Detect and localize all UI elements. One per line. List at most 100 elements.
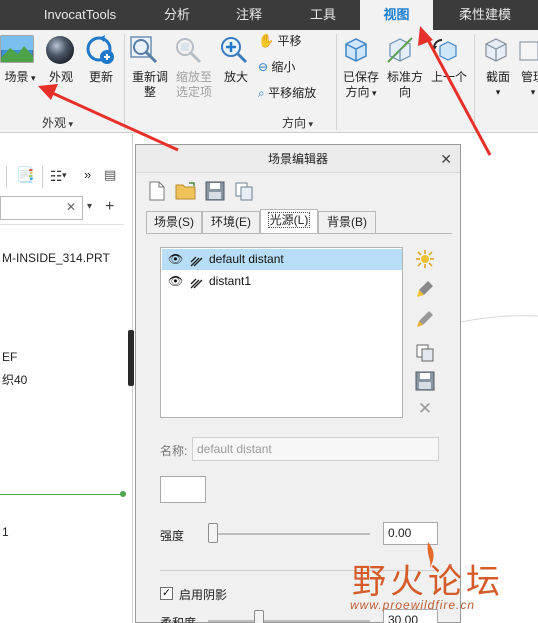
reorient-magnifier-icon <box>128 34 172 66</box>
tree-item-part[interactable]: M-INSIDE_314.PRT <box>2 251 110 265</box>
previous-orientation-button[interactable]: 上一个 <box>428 34 470 85</box>
more-icon[interactable]: » <box>84 167 91 182</box>
manage-views-button[interactable]: 管理 ▾ <box>518 34 538 100</box>
tab-view[interactable]: 视图 <box>360 0 433 30</box>
reorient-button[interactable]: 重新调 整 <box>128 34 172 100</box>
model-tree-toolbar: 📑 ☷ ▾ » ▤ <box>0 164 133 192</box>
chevron-down-icon: ▾ <box>530 87 536 97</box>
standard-orientation-icon <box>384 34 426 66</box>
add-skylight-icon[interactable] <box>415 309 435 329</box>
light-color-swatch[interactable] <box>160 476 206 503</box>
tab-lights[interactable]: 光源(L) <box>260 209 318 233</box>
tab-invocattools[interactable]: InvocatTools <box>30 0 130 30</box>
hand-icon: ✋ <box>258 33 275 48</box>
section-button[interactable]: 截面 ▾ <box>480 34 516 100</box>
standard-orientation-button[interactable]: 标准方 向 <box>384 34 426 100</box>
zoom-out-button[interactable]: ⊖ 缩小 <box>258 58 295 76</box>
ribbon-panel: 场景 ▾ 外观 更新 外观 ▾ 重新调 整 缩放至 选定项 放大 ✋ 平移 ⊖ … <box>0 30 538 133</box>
tree-search-input[interactable]: ✕ <box>0 196 83 220</box>
add-icon[interactable]: + <box>105 198 114 216</box>
pan-zoom-button[interactable]: ⌕ 平移缩放 <box>258 84 316 102</box>
intensity-slider-thumb[interactable] <box>208 523 218 543</box>
add-point-light-icon[interactable] <box>415 249 435 269</box>
visibility-eye-icon[interactable]: 👁 <box>168 271 183 292</box>
tab-background[interactable]: 背景(B) <box>318 211 376 233</box>
enable-shadow-label: 启用阴影 <box>179 588 228 602</box>
section-cube-icon <box>480 34 516 66</box>
ribbon-tab-bar: InvocatTools 分析 注释 工具 视图 柔性建模 <box>0 0 538 30</box>
close-icon[interactable]: ✕ <box>440 151 452 167</box>
softness-slider-track[interactable] <box>208 620 370 622</box>
chevron-down-icon: ▾ <box>28 73 36 83</box>
tree-item-ef[interactable]: EF <box>2 350 17 364</box>
tree-item-40[interactable]: 织40 <box>2 371 27 388</box>
distant-light-icon <box>190 275 204 289</box>
open-folder-icon[interactable] <box>175 182 197 200</box>
tab-scene[interactable]: 场景(S) <box>146 211 202 233</box>
light-name-field[interactable]: default distant <box>192 437 439 461</box>
tree-header-divider <box>0 224 124 225</box>
tree-item-1[interactable]: 1 <box>2 525 9 539</box>
copy-light-icon[interactable] <box>415 343 435 363</box>
tree-insert-line[interactable] <box>0 494 124 495</box>
delete-light-icon[interactable]: ✕ <box>415 399 435 419</box>
previous-orientation-icon <box>428 34 470 66</box>
chevron-down-icon[interactable]: ▾ <box>87 201 92 212</box>
tree-filter-icon[interactable]: ☷ <box>50 168 63 185</box>
pan-button[interactable]: ✋ 平移 <box>258 32 302 50</box>
intensity-slider-track[interactable] <box>208 533 370 535</box>
update-button[interactable]: 更新 <box>84 34 118 85</box>
tab-annotate[interactable]: 注释 <box>222 0 276 30</box>
chevron-down-icon: ▾ <box>369 88 377 98</box>
zoom-selected-icon <box>172 34 216 66</box>
tab-flexible-modeling[interactable]: 柔性建模 <box>445 0 525 30</box>
tab-environment[interactable]: 环境(E) <box>202 211 260 233</box>
name-label: 名称: <box>160 444 188 458</box>
zoom-in-icon <box>218 34 254 66</box>
appearance-sphere-icon <box>44 34 78 66</box>
insert-handle[interactable] <box>120 491 126 497</box>
orientation-group-label[interactable]: 方向 ▾ <box>282 114 313 131</box>
scene-button[interactable]: 场景 ▾ <box>0 34 40 86</box>
zoom-out-icon: ⊖ <box>258 60 269 74</box>
bookmark-icon[interactable]: 📑 <box>16 166 35 184</box>
pan-zoom-icon: ⌕ <box>258 86 265 100</box>
visibility-eye-icon[interactable]: 👁 <box>168 249 183 270</box>
appearance-group-label[interactable]: 外观 ▾ <box>42 114 73 131</box>
flame-icon <box>427 542 434 568</box>
manage-views-icon <box>518 34 538 66</box>
tab-analysis[interactable]: 分析 <box>150 0 204 30</box>
distant-light-icon <box>190 253 204 267</box>
save-icon[interactable] <box>205 181 225 201</box>
ribbon-divider <box>336 34 337 130</box>
clear-search-icon[interactable]: ✕ <box>66 200 76 214</box>
saved-orientation-cube-icon <box>340 34 382 66</box>
dialog-title: 场景编辑器 <box>136 145 460 173</box>
light-list[interactable]: 👁 default distant 👁 distant1 <box>160 247 403 418</box>
list-item[interactable]: 👁 distant1 <box>162 271 402 292</box>
add-spot-light-icon[interactable] <box>415 279 435 299</box>
softness-slider-thumb[interactable] <box>253 610 264 623</box>
update-icon <box>84 34 118 66</box>
chevron-down-icon: ▾ <box>495 87 501 97</box>
zoom-in-button[interactable]: 放大 <box>218 34 254 85</box>
new-file-icon[interactable] <box>148 181 166 201</box>
list-item[interactable]: 👁 default distant <box>162 249 402 270</box>
watermark-url: www.proewildfire.cn <box>350 598 476 612</box>
toolbar-divider <box>6 166 7 188</box>
ribbon-divider <box>124 34 125 130</box>
intensity-label: 强度 <box>160 529 185 543</box>
tab-tools[interactable]: 工具 <box>296 0 350 30</box>
scene-editor-dialog: 场景编辑器 ✕ 场景(S) 环境(E) 光源(L) 背景(B) 👁 defaul… <box>135 144 461 623</box>
copy-file-icon[interactable] <box>234 181 254 201</box>
saved-orientations-button[interactable]: 已保存 方向 ▾ <box>340 34 382 101</box>
scene-icon <box>0 34 40 66</box>
chevron-down-icon[interactable]: ▾ <box>62 170 67 181</box>
zoom-to-selected-button[interactable]: 缩放至 选定项 <box>172 34 216 100</box>
enable-shadow-checkbox[interactable]: ✓ <box>160 587 173 600</box>
settings-list-icon[interactable]: ▤ <box>104 167 116 183</box>
ribbon-divider <box>474 34 475 130</box>
save-light-icon[interactable] <box>415 371 435 391</box>
pane-splitter[interactable] <box>128 330 134 386</box>
appearance-button[interactable]: 外观 <box>44 34 78 85</box>
